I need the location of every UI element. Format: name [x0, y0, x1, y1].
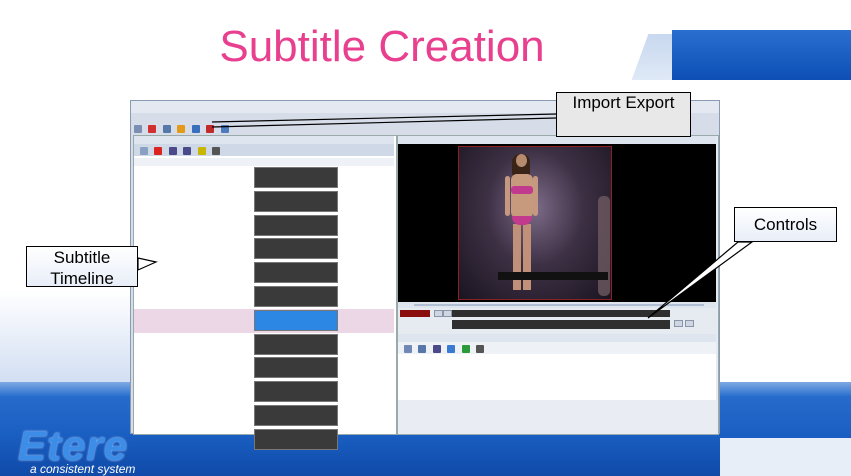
mark-out-button[interactable]: [685, 320, 694, 327]
video-preview: [398, 144, 716, 302]
decor-gradient: [0, 290, 130, 390]
subtitle-properties: [398, 400, 716, 434]
logo-slogan: a consistent system: [30, 462, 136, 476]
subtitle-row[interactable]: [134, 190, 394, 214]
subtitle-row[interactable]: [134, 428, 394, 452]
pane-tabs: [134, 136, 394, 144]
open-icon: [177, 125, 186, 133]
subtitle-text-cell: [254, 404, 338, 426]
video-figure: [502, 154, 542, 290]
subtitle-row[interactable]: [134, 214, 394, 238]
slide-title: Subtitle Creation: [219, 22, 545, 71]
subtitle-row[interactable]: [134, 166, 394, 190]
tool-icon: [447, 345, 456, 353]
subtitle-text-cell: [254, 285, 338, 307]
subtitle-list: [134, 166, 394, 452]
subtitle-row[interactable]: [134, 380, 394, 404]
subtitle-row[interactable]: [134, 404, 394, 428]
new-icon: [404, 345, 412, 353]
editor-toolbar: [398, 342, 716, 354]
footer-band-light: [720, 438, 851, 476]
subtitle-row[interactable]: [134, 285, 394, 309]
mark-in-button[interactable]: [674, 320, 683, 327]
subtitle-text-cell: [254, 428, 338, 450]
timecode-display: [400, 310, 430, 317]
subtitle-row[interactable]: [134, 261, 394, 285]
save-icon: [162, 125, 171, 133]
play-button[interactable]: [443, 310, 452, 317]
subtitle-timeline-pane: [133, 135, 397, 450]
subtitle-text-cell: [254, 167, 338, 188]
timeline-toolbar: [134, 144, 394, 156]
subtitle-text-cell: [254, 333, 338, 355]
subtitle-edit-area[interactable]: [398, 354, 716, 400]
film-icon: [168, 147, 177, 155]
mark-strip: [452, 320, 670, 329]
subtitle-row[interactable]: [134, 356, 394, 380]
import-icon: [191, 125, 200, 133]
subtitle-text-cell: [254, 262, 338, 284]
grid-icon: [140, 147, 148, 155]
preview-tab: [398, 136, 716, 144]
video-and-editor-pane: [397, 135, 719, 435]
subtitle-row[interactable]: [134, 237, 394, 261]
delete-icon: [154, 147, 163, 155]
subtitle-row-selected[interactable]: [134, 308, 394, 333]
callout-subtitle-timeline: Subtitle Timeline: [26, 246, 138, 288]
video-figure: [594, 196, 614, 296]
main-toolbar: [133, 122, 333, 134]
subtitle-text-cell: [254, 214, 338, 236]
delete-icon: [148, 125, 157, 133]
tool-icon: [220, 125, 229, 133]
film-icon: [183, 147, 192, 155]
subtitle-text-cell: [254, 190, 338, 212]
export-icon: [206, 125, 215, 133]
subtitle-text-cell: [254, 381, 338, 403]
new-icon: [134, 125, 142, 133]
timeline-header: [134, 158, 394, 166]
highlight-icon: [197, 147, 206, 155]
playback-controls: [398, 308, 716, 332]
callout-import-export: Import Export: [556, 92, 691, 137]
pen-icon: [476, 345, 485, 353]
subtitle-editor-tab: [398, 334, 716, 342]
subtitle-text-cell: [254, 238, 338, 260]
app-screenshot: [130, 100, 720, 450]
callout-controls: Controls: [734, 207, 837, 242]
save-icon: [418, 345, 427, 353]
rewind-button[interactable]: [434, 310, 443, 317]
subtitle-text-cell: [254, 357, 338, 379]
film-icon: [432, 345, 441, 353]
timecode-strip: [452, 310, 670, 317]
refresh-icon: [461, 345, 470, 353]
subtitle-text-cell: [254, 309, 338, 331]
subtitle-overlay: [498, 272, 608, 280]
seek-track[interactable]: [414, 304, 704, 306]
pen-icon: [212, 147, 221, 155]
subtitle-row[interactable]: [134, 333, 394, 357]
